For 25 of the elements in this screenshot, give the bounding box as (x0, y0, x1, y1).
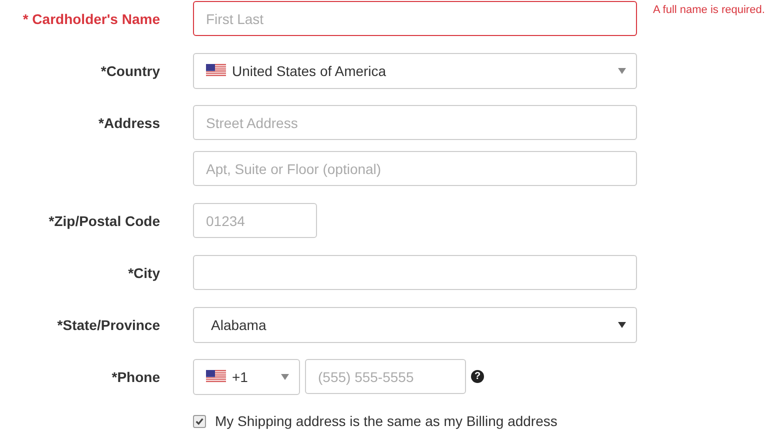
help-icon[interactable]: ? (471, 370, 484, 383)
checkbox[interactable] (193, 414, 206, 428)
field-label: *Address (98, 114, 160, 130)
input-field[interactable] (193, 255, 637, 290)
field-label: *Country (100, 62, 160, 78)
caret-icon (618, 322, 626, 328)
country-code-select[interactable]: +1 (193, 358, 300, 394)
caret-icon (281, 374, 289, 380)
field-label: *City (127, 264, 160, 280)
flag-icon (206, 64, 226, 77)
caret-icon (618, 68, 626, 74)
input-field[interactable]: First Last (193, 1, 637, 36)
select-field[interactable]: Alabama (193, 306, 637, 342)
field-label: *Phone (110, 368, 160, 384)
field-label: *State/Province (56, 316, 160, 332)
error-message: A full name is required. (653, 4, 765, 16)
checkbox-label: My Shipping address is the same as my Billing address (215, 413, 558, 429)
flag-icon (206, 370, 226, 383)
input-field[interactable]: Street Address (193, 105, 637, 140)
phone-field[interactable]: (555) 555-5555 (305, 359, 466, 394)
input-field[interactable]: 01234 (193, 203, 317, 238)
input-field[interactable]: Apt, Suite or Floor (optional) (193, 151, 637, 186)
select-field[interactable]: United States of America (193, 52, 637, 88)
field-label: * Cardholder's Name (22, 10, 160, 26)
field-label: *Zip/Postal Code (48, 212, 160, 228)
